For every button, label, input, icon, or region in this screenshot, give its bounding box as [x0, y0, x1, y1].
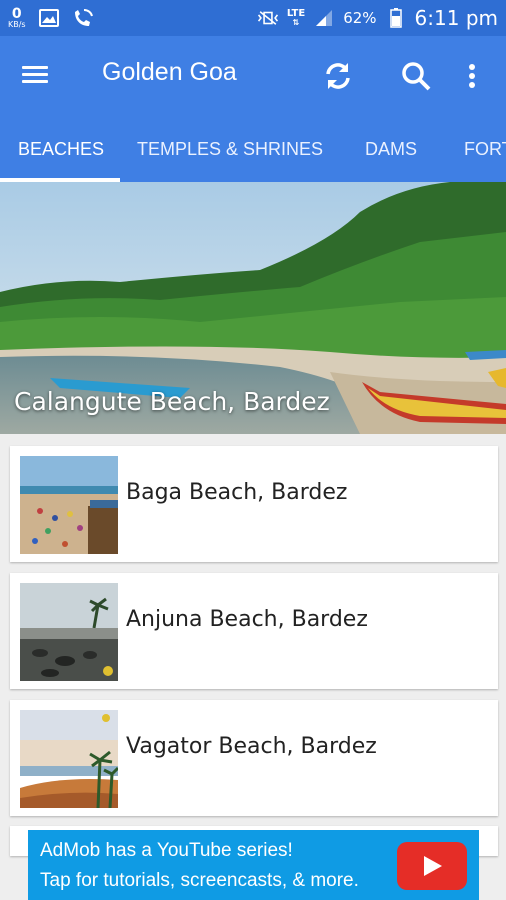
list-item-title: Baga Beach, Bardez	[126, 480, 348, 505]
list-item[interactable]: Vagator Beach, Bardez	[10, 700, 498, 816]
baga-beach-thumbnail	[20, 456, 118, 554]
vagator-beach-thumbnail	[20, 710, 118, 808]
tab-forts[interactable]: FORTS	[464, 116, 506, 182]
vibrate-icon	[257, 8, 279, 28]
refresh-icon[interactable]	[318, 56, 358, 96]
ad-subtext: Tap for tutorials, screencasts, & more.	[40, 870, 359, 891]
clock: 6:11 pm	[414, 6, 498, 30]
youtube-play-icon[interactable]	[397, 842, 467, 890]
status-bar: 0 KB/s LTE ⇅ 62% 6:11 pm	[0, 0, 506, 36]
app-bar: Golden Goa	[0, 36, 506, 116]
tab-beaches[interactable]: BEACHES	[18, 116, 104, 182]
gallery-icon	[38, 8, 60, 28]
battery-icon	[385, 8, 407, 28]
signal-icon	[313, 8, 335, 28]
ad-headline: AdMob has a YouTube series!	[40, 840, 293, 861]
anjuna-beach-thumbnail	[20, 583, 118, 681]
app-title: Golden Goa	[102, 58, 237, 86]
list-item[interactable]: Baga Beach, Bardez	[10, 446, 498, 562]
wifi-call-icon	[72, 8, 94, 28]
list-item-title: Vagator Beach, Bardez	[126, 734, 377, 759]
net-speed-value: 0	[11, 6, 22, 22]
featured-beach-card[interactable]: Calangute Beach, Bardez	[0, 182, 506, 434]
ad-banner[interactable]: AdMob has a YouTube series! Tap for tuto…	[28, 830, 479, 900]
menu-icon[interactable]	[22, 62, 56, 90]
search-icon[interactable]	[396, 56, 436, 96]
tab-dams[interactable]: DAMS	[365, 116, 417, 182]
more-vert-icon[interactable]	[452, 56, 492, 96]
battery-percent: 62%	[343, 9, 377, 27]
category-tabs: BEACHES TEMPLES & SHRINES DAMS FORTS	[0, 116, 506, 182]
lte-indicator: LTE ⇅	[286, 8, 306, 27]
tab-temples-shrines[interactable]: TEMPLES & SHRINES	[137, 116, 323, 182]
list-item-title: Anjuna Beach, Bardez	[126, 607, 368, 632]
net-speed-unit: KB/s	[8, 20, 26, 29]
list-item[interactable]: Anjuna Beach, Bardez	[10, 573, 498, 689]
net-speed-indicator: 0 KB/s	[8, 7, 26, 29]
featured-beach-title: Calangute Beach, Bardez	[14, 387, 330, 416]
